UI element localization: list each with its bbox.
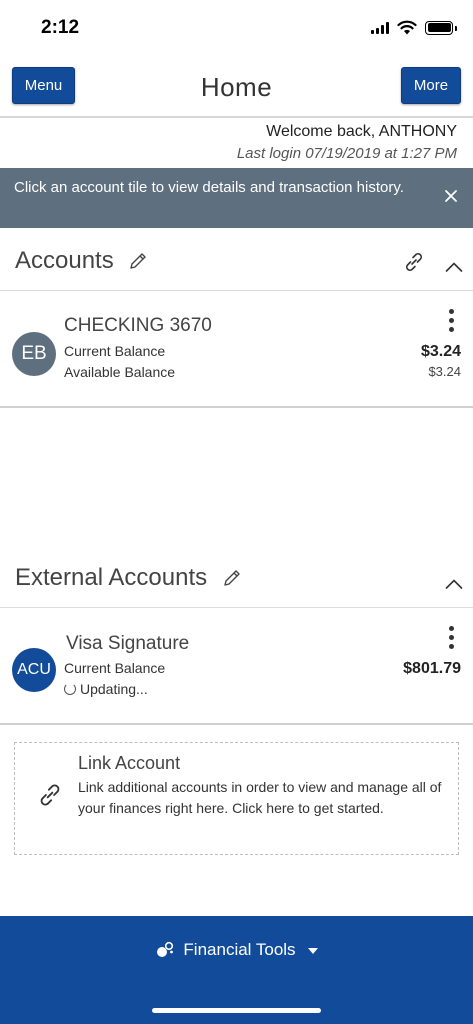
home-screen: 2:12 Menu Home More Welcome back, ANTHON… bbox=[0, 0, 473, 1024]
available-balance-label: Available Balance bbox=[64, 364, 176, 380]
welcome-block: Welcome back, ANTHONY Last login 07/19/2… bbox=[237, 121, 457, 165]
accounts-section-title: Accounts bbox=[15, 247, 114, 274]
avatar-initials: ACU bbox=[17, 661, 51, 678]
link-account-card[interactable]: Link Account Link additional accounts in… bbox=[14, 742, 459, 855]
accounts-section-header: Accounts bbox=[0, 229, 473, 291]
app-header: Menu Home More bbox=[0, 56, 473, 118]
more-button[interactable]: More bbox=[401, 67, 461, 104]
chevron-up-icon[interactable] bbox=[445, 578, 463, 590]
more-options-icon[interactable] bbox=[449, 309, 455, 332]
link-icon[interactable] bbox=[402, 250, 426, 274]
current-balance-label: Current Balance bbox=[64, 343, 166, 359]
wifi-icon bbox=[397, 20, 417, 35]
updating-status: Updating... bbox=[64, 681, 148, 697]
status-time: 2:12 bbox=[41, 17, 80, 38]
status-bar: 2:12 bbox=[0, 0, 473, 56]
current-balance-value: $3.24 bbox=[420, 343, 461, 360]
financial-tools-button[interactable]: Financial Tools bbox=[0, 940, 473, 960]
link-account-description: Link additional accounts in order to vie… bbox=[78, 779, 442, 816]
close-icon[interactable] bbox=[443, 188, 459, 204]
loading-spinner-icon bbox=[64, 683, 76, 695]
pencil-icon[interactable] bbox=[222, 568, 242, 588]
available-balance-value: $3.24 bbox=[428, 364, 461, 379]
welcome-greeting: Welcome back, ANTHONY bbox=[266, 123, 457, 140]
external-section-title: External Accounts bbox=[15, 564, 208, 591]
avatar: EB bbox=[12, 332, 56, 376]
battery-icon bbox=[425, 20, 457, 35]
chevron-up-icon[interactable] bbox=[445, 261, 463, 273]
account-tile-checking[interactable]: EB CHECKING 3670 Current Balance Availab… bbox=[0, 291, 473, 408]
financial-tools-label: Financial Tools bbox=[183, 940, 296, 959]
current-balance-value: $801.79 bbox=[403, 660, 461, 677]
pencil-icon[interactable] bbox=[128, 251, 148, 271]
updating-text: Updating... bbox=[80, 681, 148, 697]
last-login-text: Last login 07/19/2019 at 1:27 PM bbox=[236, 145, 457, 162]
caret-down-icon bbox=[307, 948, 318, 954]
account-name: Visa Signature bbox=[66, 633, 190, 654]
avatar-initials: EB bbox=[21, 343, 47, 364]
status-icons bbox=[371, 20, 457, 35]
cellular-signal-icon bbox=[371, 21, 389, 34]
link-icon bbox=[40, 784, 60, 806]
account-name: CHECKING 3670 bbox=[64, 315, 212, 336]
external-section-header: External Accounts bbox=[0, 546, 473, 608]
banner-text: Click an account tile to view details an… bbox=[14, 179, 404, 196]
account-tile-visa[interactable]: ACU Visa Signature Current Balance Updat… bbox=[0, 608, 473, 725]
info-banner: Click an account tile to view details an… bbox=[0, 168, 473, 228]
current-balance-label: Current Balance bbox=[64, 660, 166, 676]
more-options-icon[interactable] bbox=[449, 626, 455, 649]
financial-tools-icon bbox=[157, 941, 174, 957]
home-indicator[interactable] bbox=[152, 1008, 321, 1013]
link-account-title: Link Account bbox=[78, 753, 181, 773]
avatar: ACU bbox=[12, 648, 56, 692]
